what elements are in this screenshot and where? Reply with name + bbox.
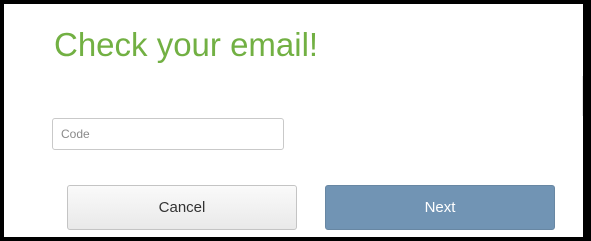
- dialog-frame: Check your email! Cancel Next: [0, 0, 591, 241]
- code-input[interactable]: [52, 118, 284, 150]
- next-button[interactable]: Next: [325, 185, 555, 230]
- page-title: Check your email!: [54, 26, 319, 63]
- cancel-button[interactable]: Cancel: [67, 185, 297, 230]
- divider: [582, 76, 583, 116]
